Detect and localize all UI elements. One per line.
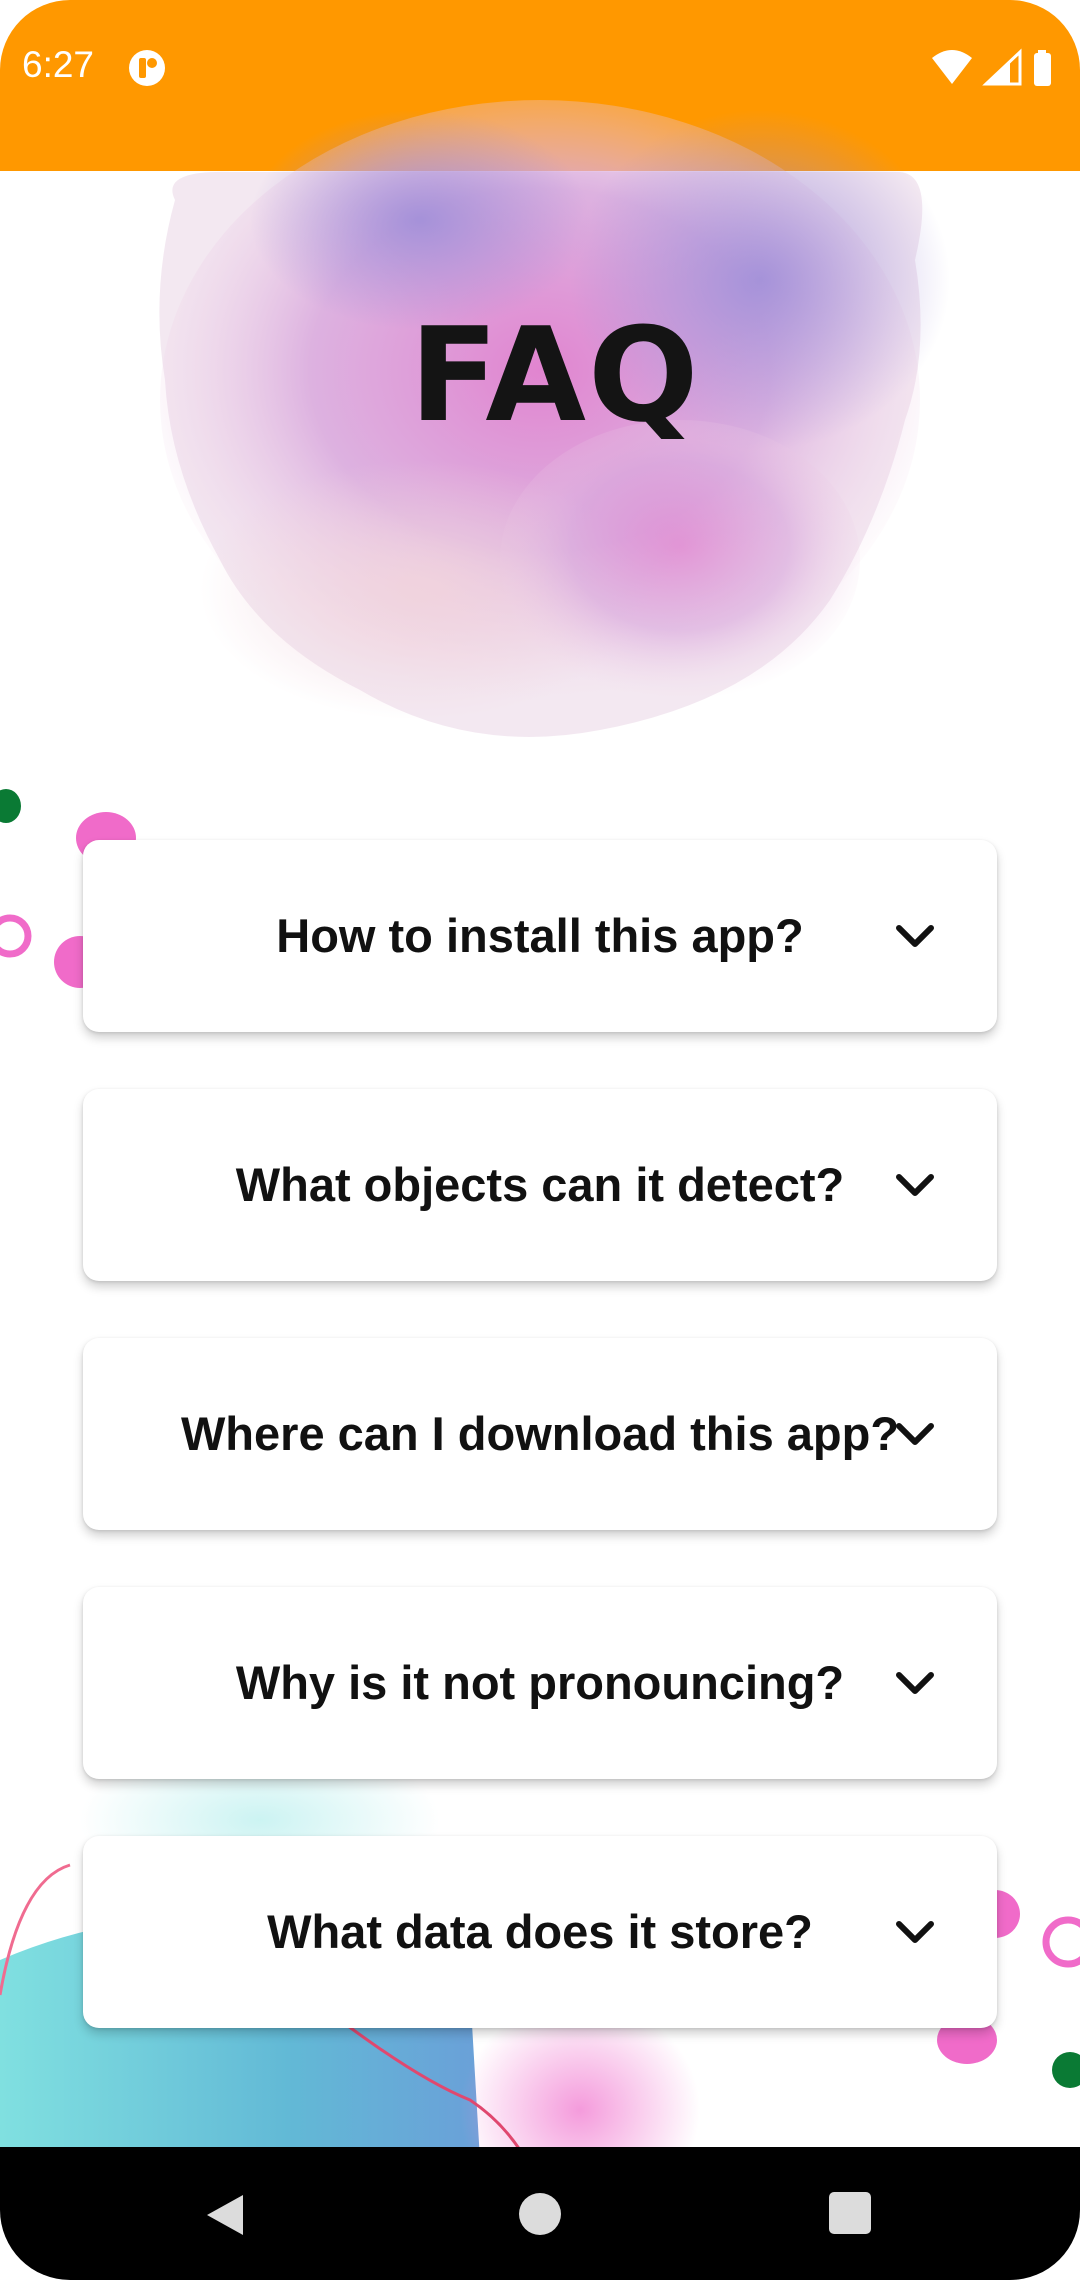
faq-question: What objects can it detect? (235, 1158, 845, 1211)
page-title: FAQ (409, 299, 701, 451)
faq-item-install[interactable]: How to install this app? (83, 840, 997, 1032)
chevron-down-icon[interactable] (893, 916, 937, 956)
recents-square-icon[interactable] (829, 2192, 871, 2234)
battery-icon (1034, 50, 1051, 86)
navigation-bar (0, 2147, 1080, 2280)
faq-question: What data does it store? (267, 1905, 813, 1958)
status-icons (932, 48, 1051, 86)
chevron-down-icon[interactable] (893, 1414, 937, 1454)
notification-app-icon (129, 50, 165, 86)
faq-item-objects[interactable]: What objects can it detect? (83, 1089, 997, 1281)
faq-question: How to install this app? (276, 909, 804, 962)
faq-item-data[interactable]: What data does it store? (83, 1836, 997, 2028)
faq-question: Why is it not pronouncing? (235, 1656, 845, 1709)
home-circle-icon[interactable] (519, 2193, 561, 2235)
chevron-down-icon[interactable] (893, 1663, 937, 1703)
back-triangle-icon[interactable] (203, 2191, 247, 2239)
cell-signal-icon (982, 48, 1022, 86)
status-time: 6:27 (22, 44, 95, 85)
chevron-down-icon[interactable] (893, 1912, 937, 1952)
chevron-down-icon[interactable] (893, 1165, 937, 1205)
status-bar: 6:27 (0, 0, 1080, 171)
wifi-icon (932, 50, 972, 84)
faq-item-download[interactable]: Where can I download this app? (83, 1338, 997, 1530)
faq-item-pronouncing[interactable]: Why is it not pronouncing? (83, 1587, 997, 1779)
faq-question: Where can I download this app? (180, 1407, 900, 1460)
